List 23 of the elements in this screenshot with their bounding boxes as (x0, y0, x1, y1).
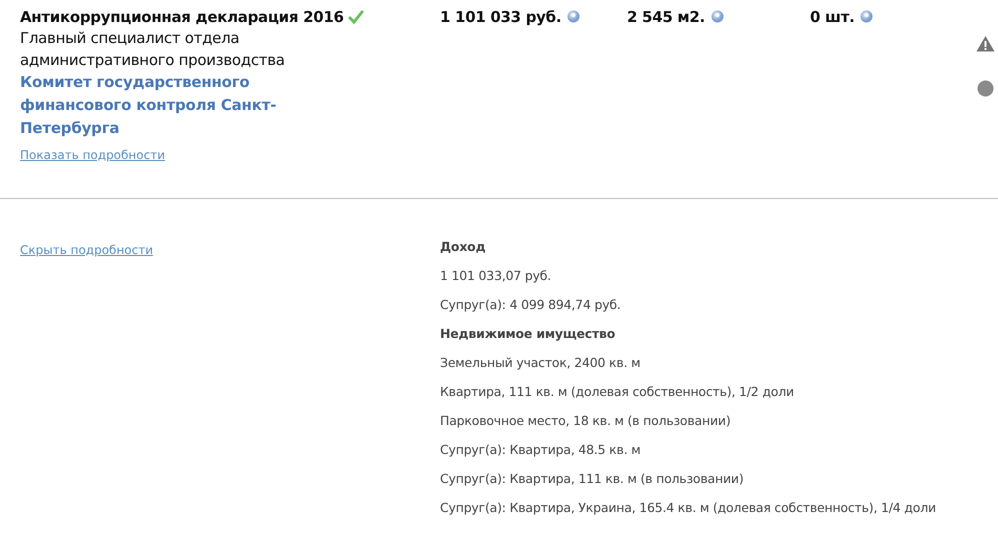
detail-text: Супруг(а): 4 099 894,74 руб. (440, 297, 622, 314)
organization-link[interactable]: Комитет государственного финансового контроля Санкт-Петербурга (20, 71, 310, 140)
declaration-title: Антикоррупционная декларация 2016 (20, 8, 344, 26)
detail-text: Супруг(а): Квартира, 111 кв. м (в пользовании) (440, 471, 744, 488)
detail-text: Супруг(а): Квартира, Украина, 165.4 кв. м (долевая собственность), 1/4 доли (440, 500, 936, 517)
warning-icon (976, 35, 995, 52)
detail-text: 1 101 033,07 руб. (440, 268, 552, 285)
detail-text: Парковочное место, 18 кв. м (в пользовании) (440, 413, 732, 430)
info-icon (710, 10, 724, 23)
detail-text: Квартира, 111 кв. м (долевая собственность), 1/2 доли (440, 384, 795, 401)
stat-value: 2 545 м2. (627, 8, 705, 26)
info-icon (860, 10, 874, 23)
info-icon (567, 10, 580, 23)
detail-text: Супруг(а): Квартира, 48.5 кв. м (440, 442, 642, 459)
circle-icon (977, 80, 994, 97)
show-details-link[interactable]: Показать подробности (20, 148, 165, 162)
section-heading: Доход (440, 239, 486, 256)
detail-text: Земельный участок, 2400 кв. м (440, 355, 642, 372)
stat-value: 1 101 033 руб. (440, 8, 562, 26)
stat-value: 0 шт. (810, 8, 854, 26)
section-heading: Недвижимое имущество (440, 326, 616, 343)
hide-details-link[interactable]: Скрыть подробности (20, 243, 154, 257)
position-text: Главный специалист отдела административного производства (20, 28, 286, 71)
